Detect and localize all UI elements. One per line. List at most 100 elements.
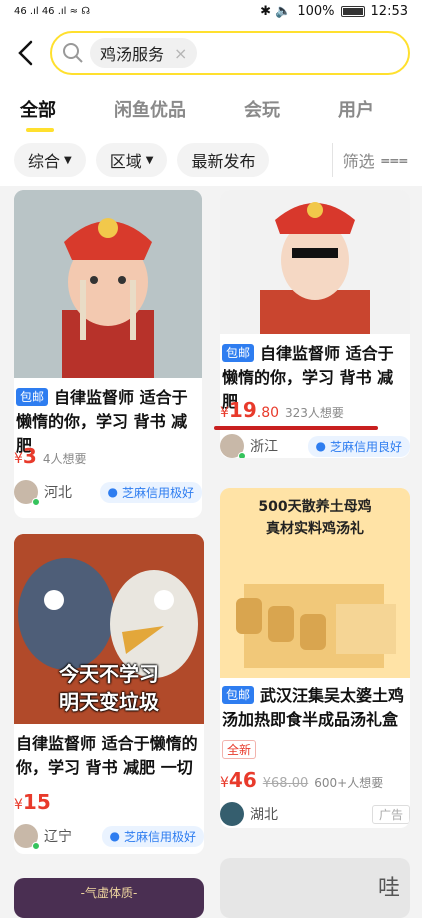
product-image: 500天散养土母鸡 真材实料鸡汤礼 [220, 488, 410, 678]
screen-filter-button[interactable]: 筛选 ⩶ [331, 143, 408, 177]
seller-row[interactable]: 湖北 广告 [220, 802, 410, 826]
product-image: 今天不学习 明天变垃圾 [14, 534, 204, 724]
online-dot [238, 452, 246, 458]
seller-location: 浙江 [250, 439, 278, 455]
bluetooth-icon: ✱ 🔈 [260, 3, 292, 19]
brand-new-badge: 全新 [222, 740, 257, 759]
price-row: ¥15 [14, 790, 51, 814]
tab-huiwan[interactable]: 会玩 [244, 96, 280, 122]
status-bar: 46 .ıl 46 .ıl ≈ ☊ ✱ 🔈 100% 12:53 [0, 0, 422, 22]
seller-avatar[interactable] [220, 434, 246, 458]
back-arrow-icon [18, 40, 33, 66]
credit-badge: ● 芝麻信用极好 [101, 825, 204, 847]
currency-symbol: ¥ [220, 405, 229, 421]
latest-filter[interactable]: 最新发布 [177, 143, 270, 177]
product-image: -气虚体质- [14, 878, 204, 918]
product-image: 哇 [220, 858, 410, 918]
search-query-chip[interactable]: 鸡汤服务 × [90, 38, 198, 68]
tab-users[interactable]: 用户 [338, 96, 374, 122]
price-value: 3 [22, 444, 37, 468]
product-card[interactable]: 包邮 自律监督师 适合于懒惰的你，学习 背书 减肥 ¥19.80 323人想要 浙江… [220, 190, 410, 458]
image-headline-2: 真材实料鸡汤礼 [266, 521, 364, 537]
filter-bar: 综合 ▼ 区域 ▼ 最新发布 筛选 ⩶ [0, 134, 422, 186]
battery-icon [340, 5, 365, 17]
battery-percent: 100% [297, 3, 335, 19]
sort-dropdown[interactable]: 综合 ▼ [14, 143, 86, 177]
price-decimal: .80 [256, 405, 280, 421]
image-caption-line2: 明天变垃圾 [59, 690, 159, 714]
screen-label: 筛选 [342, 152, 375, 171]
sesame-credit-icon: ● [109, 829, 120, 843]
image-caption: 哇 [377, 876, 400, 901]
currency-symbol: ¥ [14, 451, 23, 467]
original-price: ¥68.00 [262, 776, 309, 791]
product-card[interactable]: 今天不学习 明天变垃圾 自律监督师 适合于懒惰的你，学习 背书 减肥 一切 ¥1… [14, 534, 204, 854]
product-title-block[interactable]: 包邮 武汉汪集吴太婆土鸡汤加热即食半成品汤礼盒 [220, 684, 410, 732]
region-dropdown[interactable]: 区域 ▼ [95, 143, 168, 177]
back-button[interactable] [12, 35, 40, 71]
signal-indicators: 46 .ıl 46 .ıl ≈ ☊ [14, 6, 90, 17]
monk-child-image [14, 190, 202, 378]
seller-location: 河北 [44, 485, 72, 501]
free-shipping-tag: 包邮 [16, 388, 49, 406]
seller-avatar[interactable] [220, 802, 244, 826]
sort-label: 综合 [28, 152, 61, 171]
online-dot [32, 498, 40, 506]
tab-all[interactable]: 全部 [20, 96, 56, 132]
sesame-credit-icon: ● [315, 439, 326, 453]
search-icon [63, 43, 83, 63]
want-count: 600+人想要 [314, 776, 384, 790]
free-shipping-tag: 包邮 [222, 686, 255, 704]
signal-icon: 46 .ıl 46 .ıl ≈ ☊ [14, 5, 91, 17]
currency-symbol: ¥ [14, 797, 23, 813]
credit-text: 芝麻信用良好 [329, 439, 402, 454]
product-title[interactable]: 自律监督师 适合于懒惰的你，学习 背书 减肥 一切 [14, 732, 204, 780]
annotation-underline [214, 426, 378, 430]
caret-down-icon: ▼ [64, 154, 72, 166]
credit-badge: ● 芝麻信用极好 [99, 481, 202, 503]
product-card[interactable]: 500天散养土母鸡 真材实料鸡汤礼 包邮 武汉汪集吴太婆土鸡汤加热即食半成品汤礼盒… [220, 488, 410, 828]
search-input[interactable]: 鸡汤服务 × [50, 31, 410, 75]
seller-location: 辽宁 [44, 829, 72, 845]
currency-symbol: ¥ [220, 775, 229, 791]
credit-badge: ● 芝麻信用良好 [307, 435, 410, 457]
status-right: ✱ 🔈 100% 12:53 [260, 4, 408, 19]
chicken-soup-image [220, 488, 410, 678]
image-headline-1: 500天散养土母鸡 [258, 499, 372, 515]
seller-avatar[interactable] [14, 824, 40, 850]
seller-avatar[interactable] [14, 480, 40, 506]
price-row: ¥46 ¥68.00 600+人想要 [220, 768, 383, 792]
sesame-credit-icon: ● [107, 485, 118, 499]
credit-text: 芝麻信用极好 [121, 485, 194, 500]
ad-label: 广告 [371, 804, 410, 824]
clear-query-icon[interactable]: × [174, 44, 187, 63]
image-caption: -气虚体质- [80, 886, 138, 900]
product-card[interactable]: 包邮 自律监督师 适合于懒惰的你，学习 背书 减肥 ¥3 4人想要 河北 ● 芝麻信用… [14, 190, 202, 518]
tab-xianyu-youpin[interactable]: 闲鱼优品 [114, 96, 186, 122]
search-bar-container: 鸡汤服务 × [0, 22, 422, 84]
price-value: 46 [228, 768, 257, 792]
product-card-partial[interactable]: -气虚体质- [14, 878, 204, 918]
credit-text: 芝麻信用极好 [123, 829, 196, 844]
product-image [220, 190, 410, 334]
seller-row[interactable]: 辽宁 ● 芝麻信用极好 [14, 824, 204, 850]
filter-icon: ⩶ [380, 150, 408, 169]
online-dot [32, 842, 40, 850]
product-image [14, 190, 202, 378]
latest-label: 最新发布 [191, 152, 256, 171]
want-count: 4人想要 [42, 452, 87, 466]
free-shipping-tag: 包邮 [222, 344, 255, 362]
category-tabs: 全部 闲鱼优品 会玩 用户 [0, 84, 422, 134]
image-caption-line1: 今天不学习 [59, 662, 159, 686]
price-row: ¥19.80 323人想要 [220, 398, 344, 422]
monk-man-image [220, 190, 410, 334]
product-card-partial[interactable]: 哇 [220, 858, 410, 918]
region-label: 区域 [109, 152, 142, 171]
caret-down-icon: ▼ [145, 154, 154, 166]
seller-location: 湖北 [250, 807, 278, 823]
want-count: 323人想要 [285, 406, 344, 420]
seller-row[interactable]: 河北 ● 芝麻信用极好 [14, 480, 202, 506]
price-value: 15 [22, 790, 51, 814]
price-value: 19 [228, 398, 257, 422]
seller-row[interactable]: 浙江 ● 芝麻信用良好 [220, 434, 410, 458]
